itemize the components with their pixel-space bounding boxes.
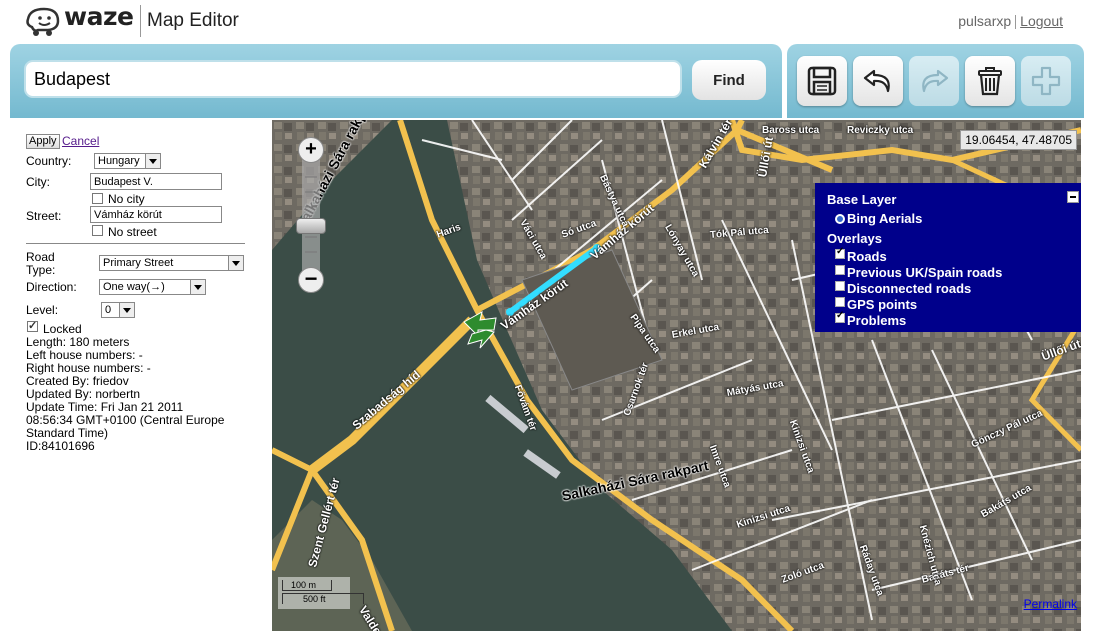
zoom-in-icon[interactable]: + xyxy=(298,137,324,163)
coordinates-readout: 19.06454, 47.48705 xyxy=(960,130,1077,150)
undo-icon xyxy=(863,69,890,93)
no-city-checkbox[interactable] xyxy=(92,193,103,204)
street-label: Street: xyxy=(26,209,62,223)
delete-button[interactable] xyxy=(965,56,1015,106)
overlay-label-disconnected: Disconnected roads xyxy=(847,281,972,296)
waze-logo-icon xyxy=(26,7,60,36)
direction-select[interactable]: One way(→) xyxy=(99,279,206,295)
bing-aerials-label: Bing Aerials xyxy=(847,211,923,226)
road-type-label: Road xyxy=(26,250,55,264)
chevron-down-icon xyxy=(190,280,205,294)
overlay-checkbox-previous-roads[interactable] xyxy=(835,265,845,275)
overlay-label-gps: GPS points xyxy=(847,297,918,312)
chevron-down-icon xyxy=(145,154,160,168)
user-name[interactable]: pulsarxp xyxy=(958,13,1011,29)
user-area: pulsarxp Logout xyxy=(958,13,1063,30)
street-label-map: Reviczky utca xyxy=(847,125,914,136)
segment-id: ID:84101696 xyxy=(26,439,95,453)
level-select[interactable]: 0 xyxy=(101,302,135,318)
overlay-checkbox-disconnected[interactable] xyxy=(835,281,845,291)
road-type-value: Primary Street xyxy=(103,257,174,269)
scale-feet: 500 ft xyxy=(282,593,364,604)
search-panel: Find xyxy=(10,44,782,118)
overlay-label-problems: Problems xyxy=(847,313,907,328)
direction-value: One way(→) xyxy=(103,281,165,293)
overlay-checkbox-gps[interactable] xyxy=(835,297,845,307)
segment-properties-panel: Apply Cancel Country: Hungary City: Buda… xyxy=(0,118,272,643)
layer-switcher: Base Layer Bing Aerials Overlays Roads P… xyxy=(815,183,1081,332)
undo-button[interactable] xyxy=(853,56,903,106)
tool-panel xyxy=(787,44,1084,118)
user-divider xyxy=(1015,15,1017,30)
map-view[interactable]: Salkaházi Sára rakpart Szabadság híd Sal… xyxy=(272,120,1081,631)
no-city-label: No city xyxy=(108,192,145,206)
logo-text: waze xyxy=(64,2,134,31)
redo-button[interactable] xyxy=(909,56,959,106)
add-button[interactable] xyxy=(1021,56,1071,106)
chevron-down-icon xyxy=(228,256,243,270)
add-icon xyxy=(1031,66,1061,96)
zoom-slider-handle[interactable] xyxy=(296,218,326,234)
panel-divider xyxy=(26,243,245,244)
scale-bar: 100 m 500 ft xyxy=(278,577,364,609)
scale-meters: 100 m xyxy=(282,580,332,591)
permalink[interactable]: Permalink xyxy=(1024,597,1077,611)
base-layer-title: Base Layer xyxy=(827,192,897,207)
save-icon xyxy=(807,66,837,96)
redo-icon xyxy=(922,69,949,93)
level-label: Level: xyxy=(26,303,59,317)
chevron-down-icon xyxy=(119,303,134,317)
street-label-map: Baross utca xyxy=(762,125,820,136)
direction-label: Direction: xyxy=(26,280,77,294)
minimize-icon[interactable] xyxy=(1067,191,1079,203)
city-input[interactable]: Budapest V. xyxy=(90,173,222,190)
road-type-label-2: Type: xyxy=(26,263,56,277)
zoom-out-icon[interactable]: − xyxy=(298,267,324,293)
street-input[interactable]: Vámház körút xyxy=(90,206,222,223)
apply-button[interactable]: Apply xyxy=(26,134,60,149)
road-type-select[interactable]: Primary Street xyxy=(99,255,244,271)
city-label: City: xyxy=(26,175,50,189)
level-value: 0 xyxy=(105,304,112,316)
overlay-label-previous-roads: Previous UK/Spain roads xyxy=(847,265,1003,280)
save-button[interactable] xyxy=(797,56,847,106)
locked-label: Locked xyxy=(43,322,82,336)
header: waze Map Editor pulsarxp Logout xyxy=(0,0,1096,42)
no-street-checkbox[interactable] xyxy=(92,225,103,236)
country-value: Hungary xyxy=(98,155,140,167)
delete-icon xyxy=(978,67,1002,96)
no-street-label: No street xyxy=(108,225,157,239)
find-button[interactable]: Find xyxy=(692,60,766,100)
cancel-link[interactable]: Cancel xyxy=(62,134,99,148)
search-input[interactable] xyxy=(24,60,682,98)
overlay-checkbox-roads[interactable] xyxy=(835,246,845,259)
top-bar: Find xyxy=(10,44,1084,118)
bing-aerials-radio[interactable] xyxy=(835,214,845,224)
overlays-title: Overlays xyxy=(827,231,882,246)
locked-checkbox[interactable] xyxy=(27,319,38,332)
header-divider xyxy=(140,5,141,37)
zoom-control: + − xyxy=(296,137,326,293)
overlay-checkbox-problems[interactable] xyxy=(835,310,845,323)
logout-link[interactable]: Logout xyxy=(1020,13,1063,29)
app-title: Map Editor xyxy=(147,10,239,31)
country-label: Country: xyxy=(26,154,72,168)
country-select[interactable]: Hungary xyxy=(94,153,161,169)
overlay-label-roads: Roads xyxy=(847,249,887,264)
